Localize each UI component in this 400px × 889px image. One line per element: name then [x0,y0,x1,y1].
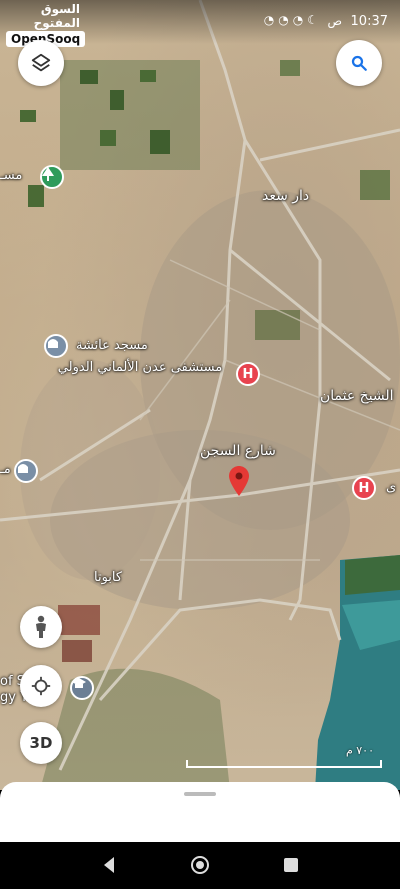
home-icon[interactable] [189,854,211,876]
whatsapp-icon: ◔ [278,13,293,27]
opensooq-brand[interactable]: السوق المفتوح OpenSooq [6,2,86,47]
recents-icon[interactable] [280,854,302,876]
layers-button[interactable] [18,40,64,86]
brand-arabic: السوق المفتوح [33,2,80,30]
bottom-sheet[interactable] [0,782,400,842]
search-icon [351,55,367,71]
my-location-icon [31,676,51,696]
location-pin-icon[interactable] [229,466,249,496]
label-kabota[interactable]: كابوتا [94,570,122,585]
back-icon[interactable] [98,854,120,876]
satellite-map[interactable]: دار سعد مسجد عائشة مستشفى عدن الألماني ا… [0,0,400,790]
whatsapp-icon: ◔ [292,13,308,27]
scale-bar [186,760,382,768]
pegman-icon [36,615,46,638]
hospital-pin-icon[interactable]: H [236,362,260,386]
my-location-button[interactable] [20,665,62,707]
label-aisha-mosque[interactable]: مسجد عائشة [76,338,148,353]
mosque-pin-icon[interactable] [14,459,38,483]
hospital-pin-icon[interactable]: H [352,476,376,500]
mosque-pin-icon[interactable] [44,334,68,358]
label-right-cut[interactable]: ى [386,480,396,495]
layers-icon [31,53,51,72]
notification-icons: ◔◔◔☾ [264,13,322,27]
school-pin-icon[interactable] [70,676,94,700]
whatsapp-icon: ◔ [263,13,279,27]
label-sheikh-othman[interactable]: الشيخ عثمان [320,388,394,404]
label-left-cut-mid[interactable]: مـ [0,462,11,477]
label-left-cut-top[interactable]: مسـ [0,168,22,183]
moon-icon: ☾ [307,13,322,27]
status-bar: السوق المفتوح OpenSooq ◔◔◔☾ ص 10:37 [0,0,400,47]
scale-label: ٧٠٠ م [345,744,374,757]
status-time: 10:37 [350,14,388,29]
label-sijn-street[interactable]: شارع السجن [200,443,276,459]
streetview-button[interactable] [20,606,62,648]
search-button[interactable] [336,40,382,86]
park-pin-icon[interactable] [40,165,64,189]
status-ampm: ص [327,14,342,28]
sheet-drag-handle[interactable] [184,792,216,796]
map-scale: ٧٠٠ م [186,742,382,768]
label-dar-saad[interactable]: دار سعد [262,188,309,204]
label-hospital[interactable]: مستشفى عدن الألماني الدولي [50,360,230,375]
system-nav-bar [0,842,400,889]
3d-toggle-button[interactable]: 3D [20,722,62,764]
